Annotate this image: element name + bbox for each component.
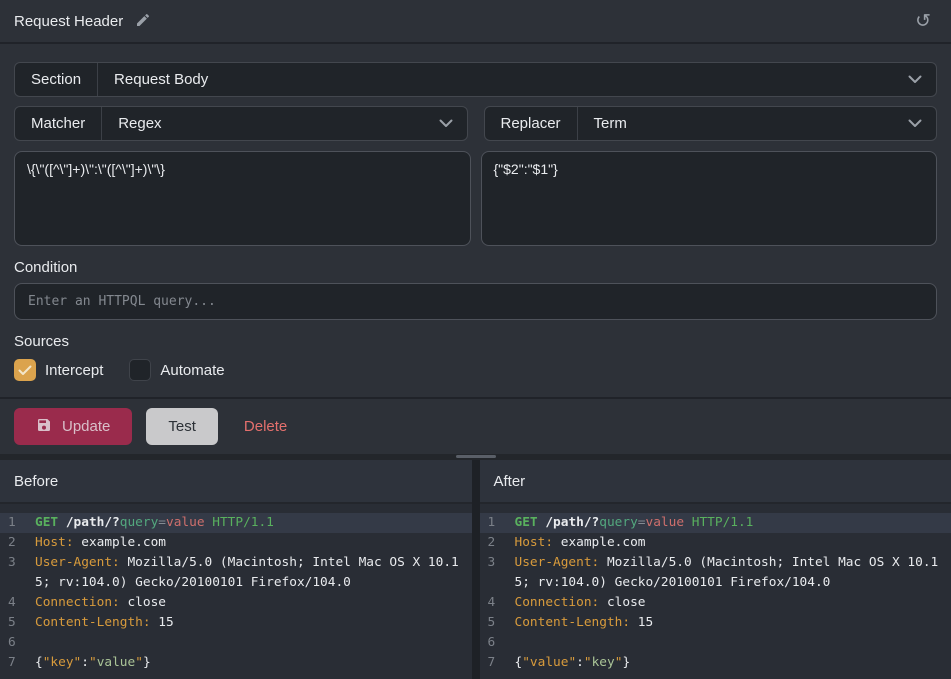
code-line: 2 Host: example.com [480,533,951,553]
matcher-select-value: Regex [102,115,438,132]
update-button-label: Update [62,418,110,435]
test-button[interactable]: Test [146,408,218,445]
save-icon [36,417,52,437]
chevron-down-icon [439,119,453,128]
after-panel-title: After [494,473,526,490]
line-content: Content-Length: 15 [35,613,472,633]
after-panel-header: After [480,460,951,504]
rule-title: Request Header [14,13,123,30]
code-line: 5 Content-Length: 15 [480,613,951,633]
code-line: 1 GET /path/?query=value HTTP/1.1 [480,513,951,533]
line-number: 3 [488,553,506,593]
code-line: 3User-Agent: Mozilla/5.0 (Macintosh; Int… [0,553,472,593]
line-content: Host: example.com [515,533,951,553]
splitter-handle[interactable] [456,455,496,458]
sources-label: Sources [14,333,937,350]
before-code-editor[interactable]: 1 GET /path/?query=value HTTP/1.1 2 Host: e… [0,504,472,679]
code-line: 6 [480,633,951,653]
line-content: User-Agent: Mozilla/5.0 (Macintosh; Inte… [35,553,472,593]
after-code-editor[interactable]: 1 GET /path/?query=value HTTP/1.1 2 Host: e… [480,504,951,679]
replacer-select[interactable]: Replacer Term [484,106,938,141]
line-content: User-Agent: Mozilla/5.0 (Macintosh; Inte… [515,553,951,593]
panel-divider [472,460,480,679]
preview-area: Before 1GET /path/?query=value HTTP/1.12… [0,460,951,679]
condition-input[interactable] [14,283,937,320]
code-line: 4 Connection: close [0,593,472,613]
line-number: 7 [8,653,26,673]
match-replace-rule-editor: Request Header ↺ Section Request Body Ma… [0,0,951,679]
code-line: 6 [0,633,472,653]
line-number: 1 [488,513,506,533]
replacer-select-label: Replacer [485,107,578,140]
before-panel: Before 1GET /path/?query=value HTTP/1.12… [0,460,472,679]
check-icon [18,365,32,376]
code-line: 4 Connection: close [480,593,951,613]
section-select[interactable]: Section Request Body [14,62,937,97]
reset-button[interactable]: ↺ [915,12,931,31]
checkbox-label: Intercept [45,362,103,379]
line-number: 6 [8,633,26,653]
after-panel: After 1 GET /path/?query=value HTTP/1.1 2H… [480,460,951,679]
code-line: 5 Content-Length: 15 [0,613,472,633]
intercept-checkbox[interactable]: Intercept [14,359,103,381]
line-content [515,633,951,653]
before-panel-header: Before [0,460,472,504]
matcher-select-label: Matcher [15,107,102,140]
edit-rule-name-button[interactable] [135,12,151,31]
matcher-select[interactable]: Matcher Regex [14,106,468,141]
code-line: 2 Host: example.com [0,533,472,553]
checkbox-box[interactable] [14,359,36,381]
code-line: 3User-Agent: Mozilla/5.0 (Macintosh; Int… [480,553,951,593]
line-number: 5 [8,613,26,633]
line-number: 1 [8,513,26,533]
condition-label: Condition [14,259,937,276]
line-content: Content-Length: 15 [515,613,951,633]
checkbox-label: Automate [160,362,224,379]
line-number: 5 [488,613,506,633]
delete-button[interactable]: Delete [232,408,299,445]
matcher-pattern-input[interactable]: \{\"([^\"]+)\":\"([^\"]+)\"\} [14,151,471,246]
line-content: {"value":"key"} [515,653,951,673]
line-number: 2 [8,533,26,553]
rule-header-bar: Request Header ↺ [0,0,951,44]
rule-form: Section Request Body Matcher Regex Repla… [0,44,951,397]
undo-icon: ↺ [915,12,931,31]
line-number: 3 [8,553,26,593]
actions-bar: Update Test Delete [0,397,951,454]
line-content: {"key":"value"} [35,653,472,673]
line-number: 4 [488,593,506,613]
sources-row: Intercept Automate [14,359,937,397]
code-line: 7 {"value":"key"} [480,653,951,673]
code-line: 1 GET /path/?query=value HTTP/1.1 [0,513,472,533]
before-panel-title: Before [14,473,58,490]
chevron-down-icon [908,119,922,128]
update-button[interactable]: Update [14,408,132,445]
line-content: Connection: close [515,593,951,613]
code-line: 7 {"key":"value"} [0,653,472,673]
line-content: Host: example.com [35,533,472,553]
automate-checkbox[interactable]: Automate [129,359,224,381]
line-content: Connection: close [35,593,472,613]
pencil-icon [135,12,151,31]
checkbox-box[interactable] [129,359,151,381]
replacer-pattern-input[interactable]: {"$2":"$1"} [481,151,938,246]
section-select-value: Request Body [98,71,908,88]
line-content: GET /path/?query=value HTTP/1.1 [35,513,472,533]
line-number: 4 [8,593,26,613]
chevron-down-icon [908,75,922,84]
line-number: 2 [488,533,506,553]
horizontal-splitter[interactable] [0,454,951,460]
section-select-label: Section [15,63,98,96]
line-number: 7 [488,653,506,673]
line-number: 6 [488,633,506,653]
line-content: GET /path/?query=value HTTP/1.1 [515,513,951,533]
line-content [35,633,472,653]
replacer-select-value: Term [578,115,908,132]
